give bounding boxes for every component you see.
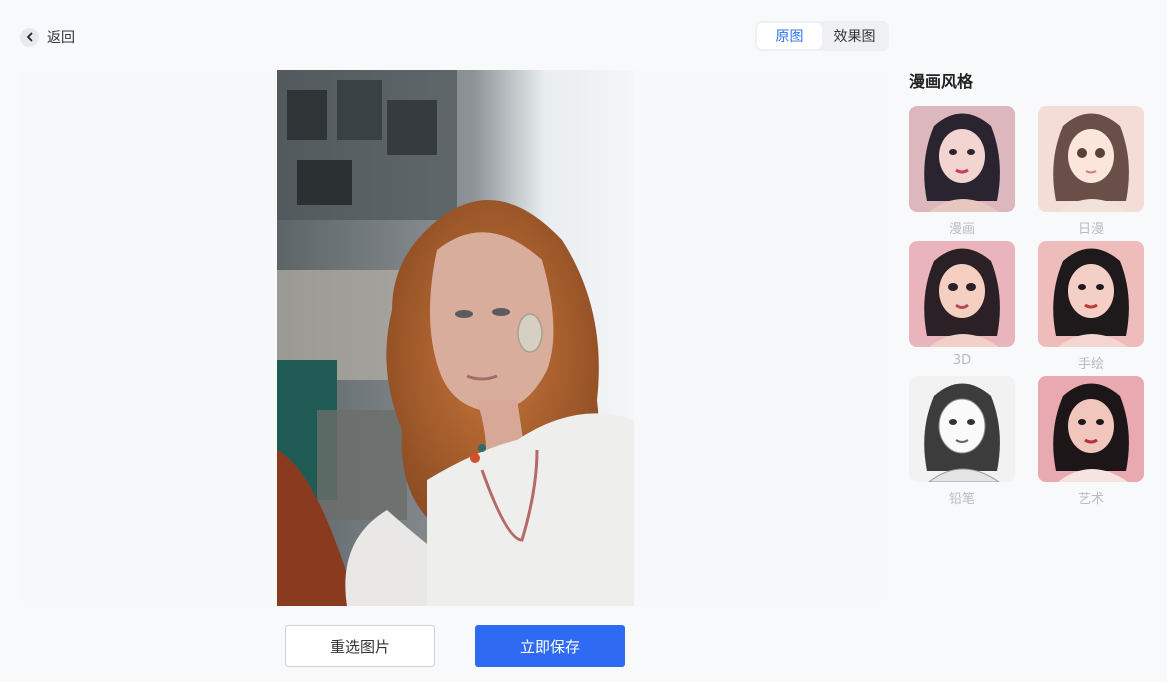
style-label-manhua: 漫画 xyxy=(948,222,975,237)
style-label-rimang: 日漫 xyxy=(1077,222,1104,237)
style-thumb-qianbi xyxy=(909,376,1015,482)
style-thumb-3d xyxy=(909,241,1015,347)
style-label-yishu: 艺术 xyxy=(1077,492,1104,507)
style-item-3d[interactable]: 3D xyxy=(909,241,1015,368)
reselect-image-button[interactable]: 重选图片 xyxy=(285,625,435,667)
tab-effect[interactable]: 效果图 xyxy=(822,23,887,49)
style-label-qianbi: 铅笔 xyxy=(948,492,975,507)
style-item-rimang[interactable]: 日漫 xyxy=(1038,106,1144,237)
portrait-photo xyxy=(277,70,634,606)
portrait-image xyxy=(277,70,634,606)
back-label: 返回 xyxy=(47,30,75,46)
style-label-3d: 3D xyxy=(952,353,972,368)
style-label-shouhui: 手绘 xyxy=(1077,357,1104,372)
chevron-left-icon xyxy=(20,27,39,47)
preview-canvas xyxy=(22,70,887,606)
tab-original[interactable]: 原图 xyxy=(757,23,822,49)
style-item-shouhui[interactable]: 手绘 xyxy=(1038,241,1144,372)
style-item-qianbi[interactable]: 铅笔 xyxy=(909,376,1015,507)
style-thumb-shouhui xyxy=(1038,241,1144,347)
style-thumb-rimang xyxy=(1038,106,1144,212)
style-thumb-yishu xyxy=(1038,376,1144,482)
style-thumb-manhua xyxy=(909,106,1015,212)
save-now-button[interactable]: 立即保存 xyxy=(475,625,625,667)
style-item-yishu[interactable]: 艺术 xyxy=(1038,376,1144,507)
view-toggle: 原图 效果图 xyxy=(755,21,889,51)
style-item-manhua[interactable]: 漫画 xyxy=(909,106,1015,237)
panel-title: 漫画风格 xyxy=(909,72,974,91)
back-button[interactable]: 返回 xyxy=(20,26,75,48)
